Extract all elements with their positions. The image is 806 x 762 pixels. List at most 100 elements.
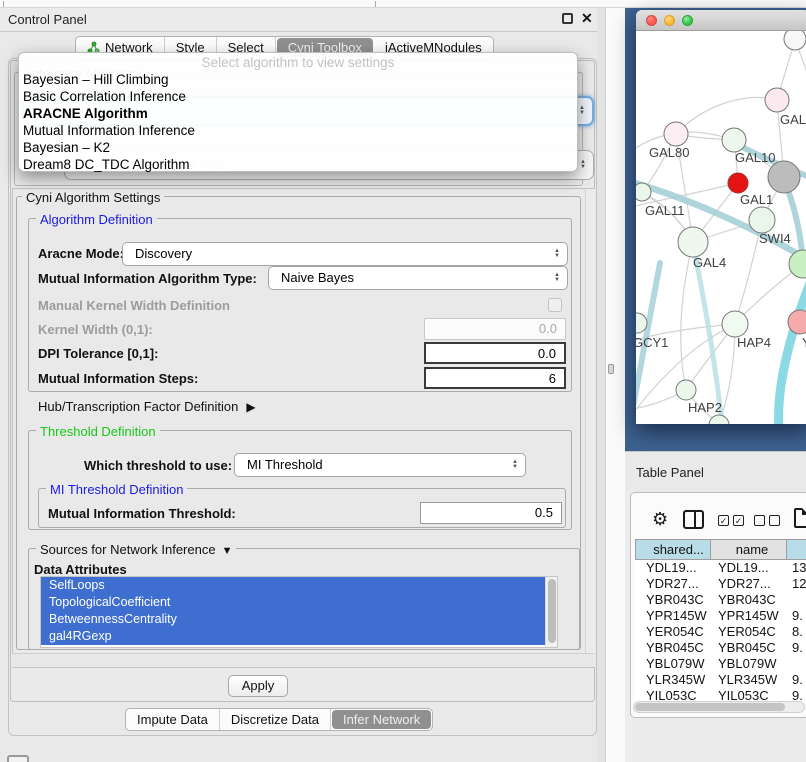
network-node-hap2[interactable] (676, 380, 696, 400)
network-node[interactable] (784, 31, 806, 50)
network-node-gal4[interactable] (678, 227, 708, 257)
table-horizontal-scrollbar[interactable] (633, 701, 805, 713)
mit-field[interactable]: 0.5 (420, 502, 562, 524)
spinner-icon: ▲▼ (579, 106, 585, 116)
network-node-swi4[interactable] (789, 250, 806, 278)
network-node[interactable] (768, 161, 800, 193)
float-panel-icon[interactable] (562, 13, 573, 24)
dpi-tolerance-label: DPI Tolerance [0,1]: (38, 346, 158, 361)
table-row[interactable]: YPR145W YPR145W 9. (635, 608, 806, 624)
network-node-label: HAP4 (737, 335, 771, 350)
network-node-label: GCY1 (636, 335, 668, 350)
network-node[interactable] (709, 415, 729, 424)
network-node-gal1[interactable] (749, 207, 775, 233)
vertical-scrollbar[interactable] (585, 189, 595, 667)
aracne-mode-value: Discovery (135, 243, 567, 265)
cell-name: YLR345W (711, 672, 787, 688)
close-window-icon[interactable] (646, 15, 657, 26)
new-file-icon[interactable] (794, 508, 806, 528)
network-canvas[interactable]: GAL8GAL80GAL10GAL1GAL11GAL4SWI4GCY1HAP4Y… (636, 31, 806, 424)
horizontal-scrollbar[interactable] (12, 653, 595, 667)
top-tick (3, 1, 4, 7)
deselect-all-icon[interactable] (754, 515, 780, 526)
apply-button[interactable]: Apply (228, 675, 288, 697)
split-view-icon[interactable] (683, 510, 704, 529)
control-panel-titlebar (0, 8, 606, 32)
mi-type-select[interactable]: Naive Bayes ▲▼ (268, 266, 568, 290)
manual-kernel-checkbox[interactable] (548, 298, 562, 312)
table-row[interactable]: YBR045C YBR045C 9. (635, 640, 806, 656)
cell-name: YDL19... (711, 560, 787, 576)
tab-discretize-data-label: Discretize Data (231, 712, 319, 727)
cell-shared-name: YBR043C (635, 592, 711, 608)
tab-infer-network[interactable]: Infer Network (332, 710, 431, 729)
dpi-tolerance-field[interactable]: 0.0 (424, 342, 566, 364)
algorithm-option[interactable]: Mutual Information Inference (19, 122, 577, 139)
zoom-window-icon[interactable] (682, 15, 693, 26)
aracne-mode-select[interactable]: Discovery ▲▼ (122, 242, 568, 266)
network-node-hap4[interactable] (722, 311, 748, 337)
column-header-third[interactable] (787, 539, 806, 560)
network-node-label: GAL11 (645, 203, 685, 218)
algorithm-option[interactable]: ARACNE Algorithm (19, 105, 577, 122)
which-threshold-select[interactable]: MI Threshold ▲▼ (234, 453, 526, 477)
cell-name: YPR145W (711, 608, 787, 624)
network-node-gal11[interactable] (636, 183, 651, 201)
cell-value: 13 (787, 560, 806, 576)
network-node-gal8[interactable] (765, 88, 789, 112)
restore-panel-button[interactable] (7, 755, 29, 762)
table-horizontal-scrollbar-thumb[interactable] (635, 703, 785, 711)
network-node-label: GAL4 (693, 255, 726, 270)
close-icon[interactable]: ✕ (581, 10, 593, 27)
tab-discretize-data[interactable]: Discretize Data (220, 709, 331, 730)
hub-definition-toggle[interactable]: Hub/Transcription Factor Definition▶ (38, 399, 256, 414)
network-window-titlebar[interactable] (636, 10, 806, 31)
attribute-item[interactable]: SelfLoops (41, 577, 545, 594)
kernel-width-field[interactable]: 0.0 (424, 318, 566, 340)
expanded-arrow-icon: ▼ (222, 545, 233, 557)
cell-name: YER054C (711, 624, 787, 640)
threshold-definition-legend: Threshold Definition (36, 424, 160, 439)
algorithm-option[interactable]: Dream8 DC_TDC Algorithm (19, 156, 577, 173)
tab-impute-data[interactable]: Impute Data (126, 709, 220, 730)
attribute-item[interactable]: TopologicalCoefficient (41, 594, 545, 611)
top-tick (375, 1, 376, 7)
select-all-icon[interactable]: ✓ ✓ (718, 515, 744, 526)
sources-legend[interactable]: Sources for Network Inference▼ (36, 542, 236, 557)
which-threshold-value: MI Threshold (247, 454, 525, 476)
resize-grip[interactable] (608, 364, 614, 374)
attribute-item[interactable]: gal4RGexp (41, 628, 545, 645)
column-header-name[interactable]: name (711, 539, 787, 560)
data-attributes-list[interactable]: SelfLoopsTopologicalCoefficientBetweenne… (40, 576, 558, 648)
network-view-window[interactable]: GAL8GAL80GAL10GAL1GAL11GAL4SWI4GCY1HAP4Y… (636, 10, 806, 424)
app-root: Control Panel ✕ Network Style Select Cyn… (0, 0, 806, 762)
column-header-shared-name[interactable]: shared... (635, 539, 711, 560)
algorithm-option[interactable]: Bayesian – Hill Climbing (19, 71, 577, 88)
algorithm-definition-legend: Algorithm Definition (36, 212, 157, 227)
gear-icon[interactable]: ⚙ (652, 509, 668, 529)
attribute-item[interactable]: BetweennessCentrality (41, 611, 545, 628)
network-node-gal80[interactable] (664, 122, 688, 146)
table-row[interactable]: YBL079W YBL079W (635, 656, 806, 672)
algorithm-option[interactable]: Bayesian – K2 (19, 139, 577, 156)
table-panel: ⚙ ✓ ✓ shared... name YDL19... YDL19... (630, 492, 806, 718)
network-node[interactable] (728, 173, 748, 193)
minimize-window-icon[interactable] (664, 15, 675, 26)
algorithm-options-list: Bayesian – Hill ClimbingBasic Correlatio… (19, 71, 577, 173)
attributes-scrollbar-thumb[interactable] (548, 579, 556, 643)
algorithm-option[interactable]: Basic Correlation Inference (19, 88, 577, 105)
unchecked-box-icon (754, 515, 765, 526)
attributes-scrollbar[interactable] (545, 577, 557, 647)
network-node-gal10[interactable] (722, 128, 746, 152)
cell-value: 12 (787, 576, 806, 592)
table-row[interactable]: YDR27... YDR27... 12 (635, 576, 806, 592)
mit-label: Mutual Information Threshold: (48, 506, 236, 521)
table-row[interactable]: YDL19... YDL19... 13 (635, 560, 806, 576)
panel-divider-light (606, 8, 625, 762)
table-row[interactable]: YER054C YER054C 8. (635, 624, 806, 640)
table-row[interactable]: YBR043C YBR043C (635, 592, 806, 608)
table-row[interactable]: YLR345W YLR345W 9. (635, 672, 806, 688)
mi-steps-field[interactable]: 6 (424, 367, 566, 389)
network-node-label: HAP2 (688, 400, 722, 415)
checked-box-icon: ✓ (733, 515, 744, 526)
